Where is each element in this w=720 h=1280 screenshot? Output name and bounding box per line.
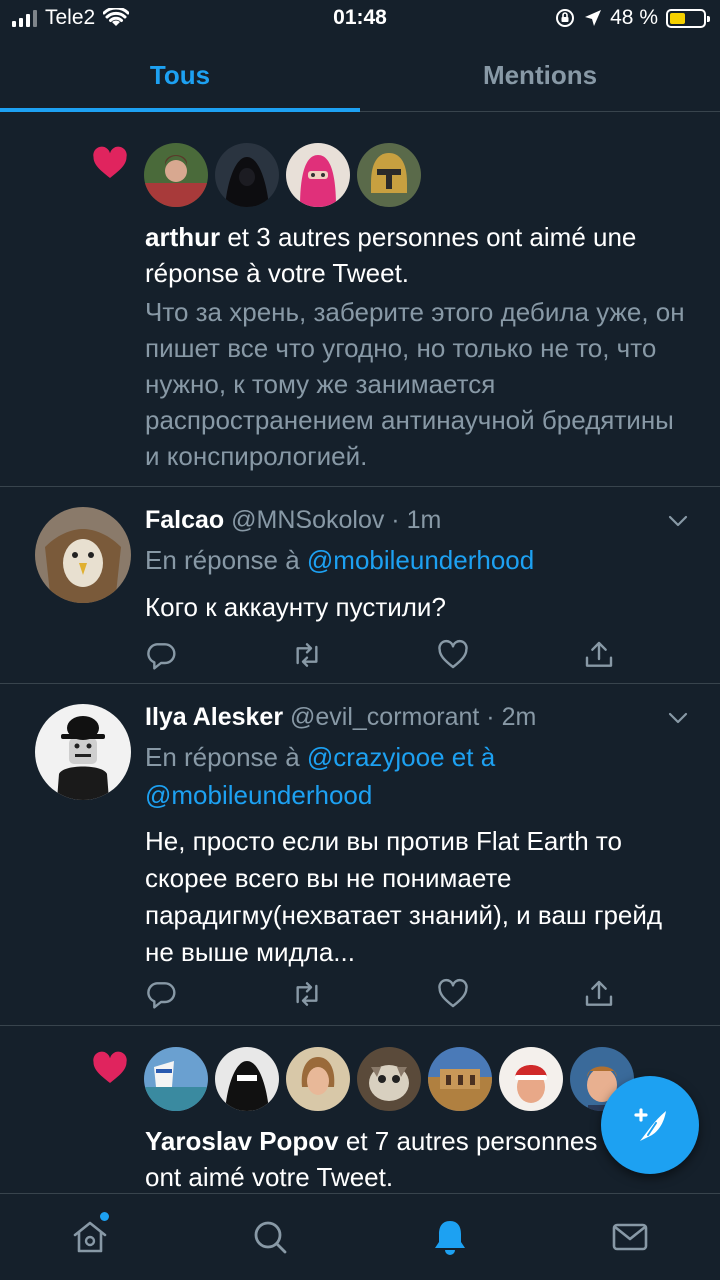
avatar[interactable]	[35, 704, 131, 800]
tweet-actions	[145, 978, 615, 1010]
notifications-icon	[435, 1221, 465, 1255]
mention-link[interactable]: @mobileunderhood	[307, 545, 534, 575]
compose-tweet-button[interactable]	[601, 1076, 699, 1174]
heart-icon	[93, 146, 127, 178]
new-content-dot	[100, 1212, 109, 1221]
tweet-time: 2m	[501, 703, 537, 731]
battery-icon	[666, 8, 710, 28]
reply-context: En réponse à @mobileunderhood	[145, 545, 535, 575]
chevron-down-icon[interactable]	[666, 509, 690, 533]
liked-tweet-text: Что за хрень, заберите этого дебила уже,…	[145, 297, 685, 471]
tweet-text: Не, просто если вы против Flat Earth то …	[145, 826, 663, 967]
orientation-lock-icon	[556, 9, 575, 27]
avatar[interactable]	[428, 1047, 492, 1111]
retweet-icon[interactable]	[291, 639, 323, 671]
avatar[interactable]	[144, 143, 208, 207]
avatar[interactable]	[35, 507, 131, 603]
avatar[interactable]	[215, 143, 279, 207]
like-notification[interactable]: arthur et 3 autres personnes ont aimé un…	[0, 113, 720, 487]
like-description: arthur et 3 autres personnes ont aimé un…	[145, 222, 637, 288]
like-icon[interactable]	[437, 978, 469, 1010]
tweet-actions	[145, 639, 615, 671]
author-handle[interactable]: @MNSokolov	[231, 506, 384, 534]
compose-tweet-icon	[634, 1108, 666, 1141]
liker-avatars	[144, 143, 421, 207]
battery-percent: 48 %	[610, 6, 658, 29]
nav-notifications[interactable]	[360, 1194, 540, 1280]
nav-search[interactable]	[180, 1194, 360, 1280]
tweet-header: Ilya Alesker @evil_cormorant · 2m	[145, 703, 537, 731]
liker-name[interactable]: Yaroslav Popov	[145, 1126, 339, 1156]
retweet-icon[interactable]	[291, 978, 323, 1010]
tab-mentions[interactable]: Mentions	[360, 40, 720, 111]
avatar[interactable]	[286, 1047, 350, 1111]
status-bar: Tele2 01:48 48 %	[0, 0, 720, 38]
like-icon[interactable]	[437, 639, 469, 671]
tweet-time: 1m	[406, 506, 442, 534]
messages-icon	[612, 1223, 648, 1251]
nav-messages[interactable]	[540, 1194, 720, 1280]
author-name[interactable]: Ilya Alesker	[145, 703, 283, 731]
avatar[interactable]	[357, 1047, 421, 1111]
reply-context: En réponse à @crazyjooe et à @mobileunde…	[145, 742, 496, 810]
liker-name[interactable]: arthur	[145, 222, 220, 252]
reply-icon[interactable]	[145, 639, 177, 671]
share-icon[interactable]	[583, 978, 615, 1010]
search-icon	[254, 1221, 287, 1254]
author-name[interactable]: Falcao	[145, 506, 224, 534]
avatar[interactable]	[144, 1047, 208, 1111]
heart-icon	[93, 1051, 127, 1083]
avatar[interactable]	[357, 143, 421, 207]
tweet[interactable]: Ilya Alesker @evil_cormorant · 2m En rép…	[0, 684, 720, 1026]
author-handle[interactable]: @evil_cormorant	[290, 703, 479, 731]
avatar[interactable]	[286, 143, 350, 207]
liker-avatars	[144, 1047, 634, 1111]
nav-home[interactable]	[0, 1194, 180, 1280]
home-icon	[73, 1221, 107, 1253]
notification-tabs: Tous Mentions	[0, 40, 720, 112]
tweet-text: Кого к аккаунту пустили?	[145, 592, 446, 622]
avatar[interactable]	[499, 1047, 563, 1111]
tab-all[interactable]: Tous	[0, 40, 360, 112]
reply-icon[interactable]	[145, 978, 177, 1010]
chevron-down-icon[interactable]	[666, 706, 690, 730]
tweet-header: Falcao @MNSokolov · 1m	[145, 506, 442, 534]
tweet[interactable]: Falcao @MNSokolov · 1m En réponse à @mob…	[0, 487, 720, 684]
like-description: Yaroslav Popov et 7 autres personnes ont…	[145, 1126, 598, 1192]
notifications-feed: arthur et 3 autres personnes ont aimé un…	[0, 113, 720, 1193]
share-icon[interactable]	[583, 639, 615, 671]
bottom-navigation	[0, 1193, 720, 1280]
location-arrow-icon	[585, 10, 602, 26]
avatar[interactable]	[215, 1047, 279, 1111]
